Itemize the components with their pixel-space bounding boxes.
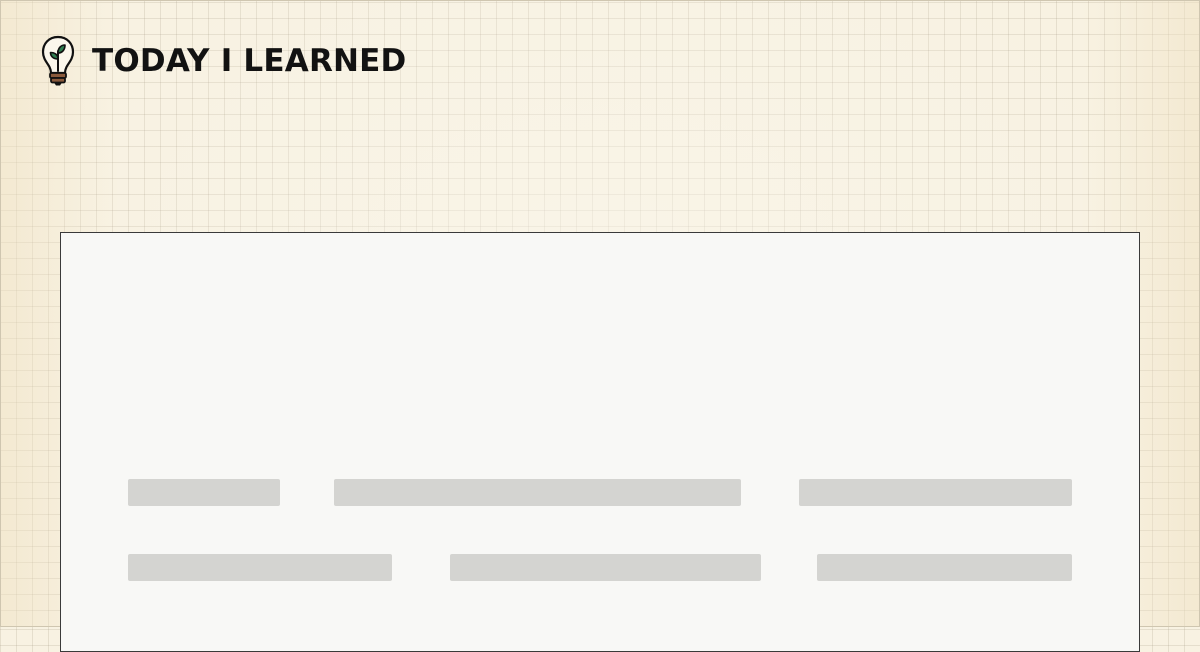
skeleton-placeholder (334, 479, 741, 506)
skeleton-placeholder (128, 479, 280, 506)
site-title: TODAY I LEARNED (92, 42, 407, 79)
skeleton-placeholder (450, 554, 761, 581)
skeleton-placeholder (799, 479, 1072, 506)
lightbulb-sprout-icon (41, 35, 75, 86)
skeleton-placeholder (128, 554, 392, 581)
skeleton-placeholder (817, 554, 1072, 581)
content-card (60, 232, 1140, 652)
site-brand[interactable]: TODAY I LEARNED (40, 35, 406, 87)
